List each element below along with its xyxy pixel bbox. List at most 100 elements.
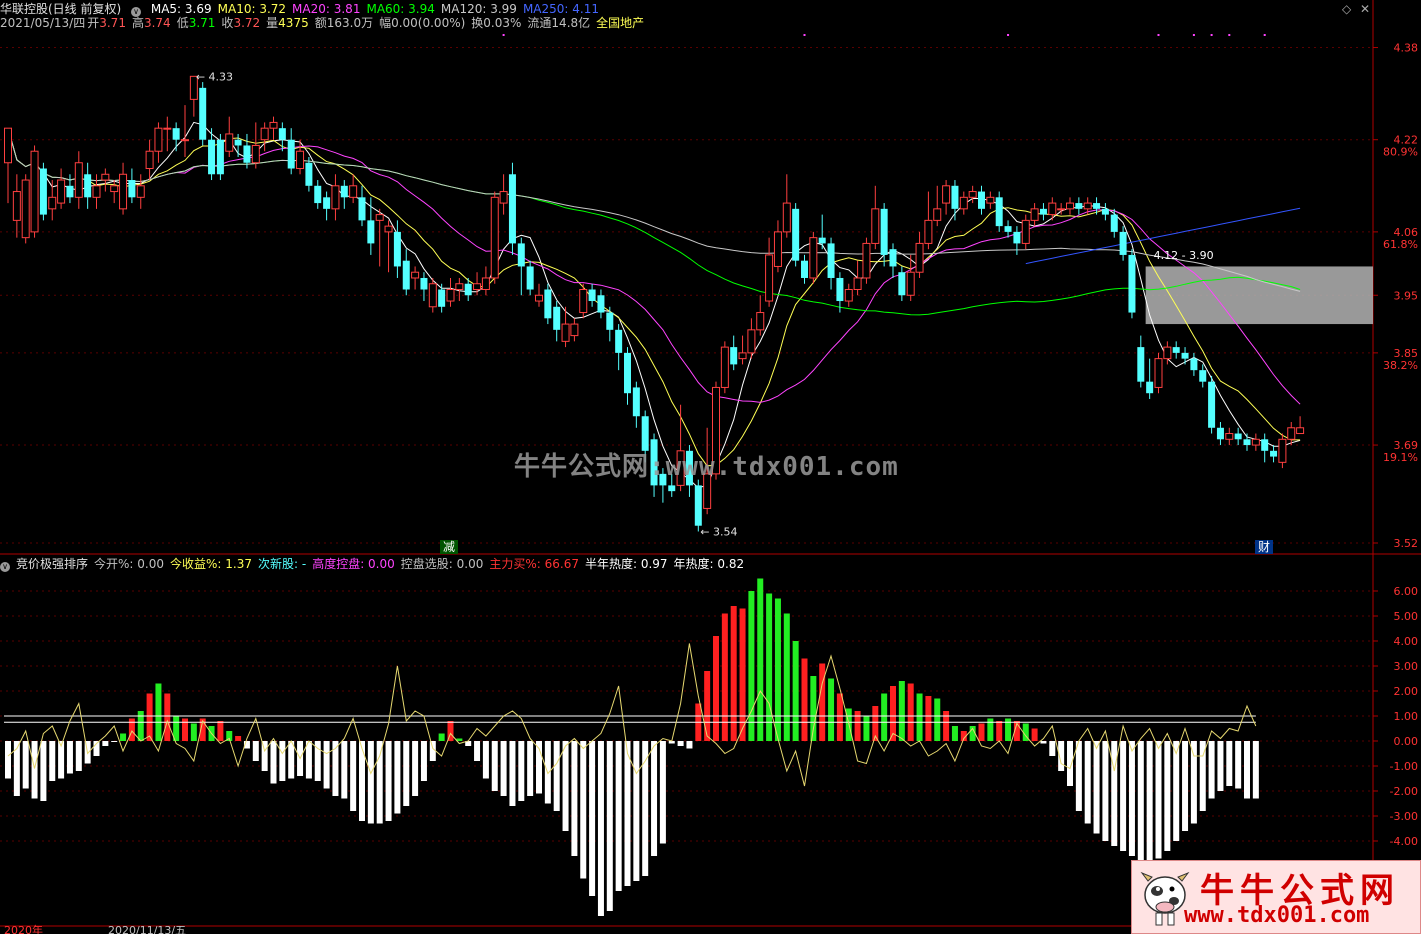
candle-body <box>305 162 313 186</box>
candle-body <box>792 208 800 261</box>
indicator-bar <box>13 741 20 796</box>
indicator-bar <box>597 741 604 916</box>
candle-body <box>1163 346 1172 360</box>
indicator-item: 控盘选股: 0.00 <box>400 557 484 571</box>
indicator-bar <box>951 726 958 741</box>
candle-body <box>1066 202 1074 210</box>
indicator-bar <box>367 741 374 824</box>
indicator-bar <box>1182 741 1189 831</box>
candle-body <box>66 185 74 198</box>
indicator-axis-label: 0.00 <box>1394 735 1419 748</box>
low-annotation: ← 3.54 <box>700 525 737 538</box>
candle-body <box>199 87 207 140</box>
indicator-bar <box>5 741 11 779</box>
indicator-bar <box>1190 741 1197 824</box>
candle-body <box>570 323 579 337</box>
candle-body <box>323 197 331 209</box>
indicator-bar <box>792 641 799 741</box>
candle-body <box>30 150 39 233</box>
indicator-axis-label: 4.00 <box>1394 635 1419 648</box>
candle-body <box>782 202 791 233</box>
candle-body <box>225 133 234 152</box>
tag-jian[interactable]: 减 <box>440 540 459 554</box>
candle-body <box>668 485 676 492</box>
candle-body <box>942 185 951 204</box>
indicator-item: 高度控盘: 0.00 <box>312 557 395 571</box>
candle-body <box>747 329 756 354</box>
indicator-bar <box>350 741 357 811</box>
indicator-bar <box>819 663 826 741</box>
candle-body <box>978 191 985 209</box>
candle-body <box>1287 427 1296 440</box>
indicator-bar <box>757 578 764 741</box>
indicator-bar <box>553 741 560 811</box>
candle-body <box>278 128 286 140</box>
candle-body <box>446 289 455 302</box>
indicator-bar <box>1075 741 1082 811</box>
indicator-bar <box>881 693 888 741</box>
logo-url: www.tdx001.com <box>1184 903 1370 928</box>
candle-body <box>915 242 924 273</box>
candle-body <box>57 179 66 204</box>
quote-float: 流通14.8亿 <box>527 16 591 30</box>
candle-body <box>260 127 269 141</box>
indicator-bar <box>1235 741 1242 789</box>
candle-body <box>74 162 83 198</box>
candle-body <box>1057 208 1066 211</box>
candle-body <box>951 185 959 209</box>
candle-body <box>720 346 729 388</box>
indicator-bar <box>31 741 38 799</box>
candle-body <box>384 225 393 233</box>
indicator-item: 今收益%: 1.37 <box>170 557 252 571</box>
candle-body <box>473 283 482 291</box>
indicator-title[interactable]: 竞价极强排序 <box>16 557 88 571</box>
indicator-bar <box>1084 741 1091 824</box>
diamond-icon[interactable]: ◇ <box>1342 2 1351 16</box>
candle-body <box>1110 214 1118 232</box>
indicator-bar <box>615 741 622 891</box>
candle-body <box>624 352 631 394</box>
indicator-bar <box>925 696 932 741</box>
indicator-bar <box>704 671 711 741</box>
candle-body <box>393 231 401 267</box>
indicator-bar <box>730 606 737 741</box>
header-quote: 2021/05/13/四 开3.71 高3.74 低3.71 收3.72 量4375 额16… <box>0 16 645 30</box>
indicator-bar <box>217 721 224 741</box>
candle-body <box>1243 439 1251 446</box>
indicator-item: 年热度: 0.82 <box>673 557 745 571</box>
indicator-bar <box>801 658 808 741</box>
candle-body <box>163 127 172 130</box>
candle-body <box>1181 352 1189 359</box>
signal-dot <box>1192 34 1195 36</box>
close-icon[interactable]: ✕ <box>1360 2 1370 16</box>
signal-dot <box>803 34 806 36</box>
candle-body <box>481 277 490 290</box>
tag-cai[interactable]: 财 <box>1255 540 1274 554</box>
candle-body <box>331 185 340 210</box>
price-axis-label: 3.95 <box>1394 289 1419 302</box>
candle-body <box>12 191 21 221</box>
indicator-bar <box>155 683 162 741</box>
indicator-bar <box>279 741 286 781</box>
indicator-bar <box>164 693 171 741</box>
candle-body <box>110 185 119 193</box>
indicator-bar <box>509 741 516 806</box>
indicator-dropdown-icon[interactable]: ∨ <box>0 562 10 572</box>
signal-dot <box>1263 34 1266 36</box>
candle-body <box>136 185 145 198</box>
date-label: 2020/11/13/五 <box>108 924 186 934</box>
indicator-bar <box>1217 741 1224 791</box>
indicator-bar <box>1120 741 1127 851</box>
candle-body <box>508 174 516 244</box>
indicator-bar <box>1111 741 1118 846</box>
indicator-item: 次新股: - <box>257 557 307 571</box>
quote-sector[interactable]: 全国地产 <box>596 16 644 30</box>
fib-axis-label: 80.9% <box>1383 146 1418 159</box>
indicator-bar <box>677 741 684 746</box>
candle-body <box>119 173 128 210</box>
candle-body <box>1172 347 1180 353</box>
candle-body <box>340 185 348 198</box>
indicator-bar <box>1146 741 1153 861</box>
indicator-bar <box>774 598 781 741</box>
indicator-bar <box>890 686 896 741</box>
